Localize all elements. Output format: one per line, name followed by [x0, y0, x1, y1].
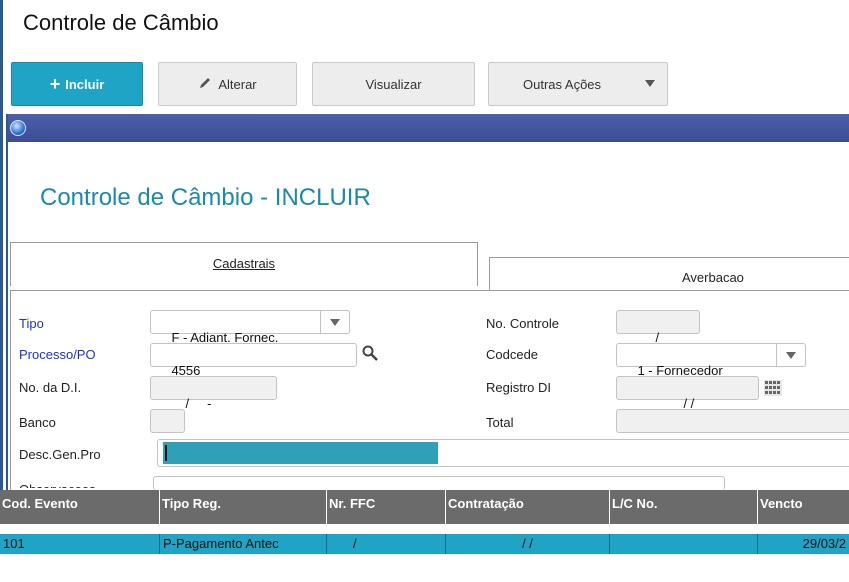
col-header-contratacao[interactable]: Contratação	[446, 490, 610, 524]
processo-input[interactable]: 4556	[150, 343, 357, 378]
tab-cadastrais-label: Cadastrais	[212, 256, 276, 271]
registro-di-input[interactable]: / /	[616, 376, 759, 411]
tipo-select[interactable]: F - Adiant. Fornec.	[150, 310, 350, 345]
table-cell-cod[interactable]: 101	[0, 534, 160, 554]
text-selection-highlight	[163, 442, 438, 464]
table-cell-vencto[interactable]: 29/03/2	[758, 534, 849, 554]
outras-acoes-label: Outras Ações	[523, 76, 602, 92]
outras-acoes-button[interactable]: Outras Ações	[488, 62, 668, 106]
registro-di-label: Registro DI	[486, 380, 552, 395]
alterar-button[interactable]: Alterar	[158, 62, 297, 106]
chevron-down-icon	[320, 311, 349, 333]
tipo-label: Tipo	[19, 316, 44, 331]
no-controle-label: No. Controle	[486, 316, 559, 331]
chevron-down-icon	[776, 344, 805, 366]
page-title: Controle de Câmbio	[23, 10, 219, 35]
table-cell-tipo[interactable]: P-Pagamento Antec	[160, 534, 327, 554]
dialog-title-bar	[8, 114, 849, 142]
table-cell-lc[interactable]	[610, 534, 758, 554]
banco-input[interactable]	[150, 409, 185, 433]
di-input[interactable]: / -	[150, 376, 277, 411]
no-controle-input[interactable]: /	[616, 310, 700, 345]
col-header-nr-ffc[interactable]: Nr. FFC	[327, 490, 446, 524]
calendar-icon[interactable]	[764, 380, 782, 396]
col-header-tipo-reg[interactable]: Tipo Reg.	[160, 490, 327, 524]
codcede-label: Codcede	[486, 347, 539, 362]
desc-gen-pro-label: Desc.Gen.Pro	[19, 447, 101, 462]
total-label: Total	[486, 415, 514, 430]
codcede-select[interactable]: 1 - Fornecedor	[616, 343, 806, 378]
processo-label: Processo/PO	[19, 347, 96, 362]
observacoes-input[interactable]	[153, 476, 725, 490]
search-icon[interactable]	[362, 345, 378, 361]
tab-averbacao[interactable]: Averbacao	[489, 257, 849, 291]
banco-label: Banco	[19, 415, 56, 430]
di-value: / -	[185, 396, 212, 411]
pencil-icon	[198, 76, 212, 93]
text-cursor	[165, 445, 167, 461]
observacoes-label: Observacoes	[19, 480, 96, 488]
alterar-label: Alterar	[218, 76, 257, 92]
col-header-vencto[interactable]: Vencto	[758, 490, 849, 524]
table-cell-ffc[interactable]: /	[327, 534, 446, 554]
total-input[interactable]	[616, 409, 849, 433]
chevron-down-icon	[645, 80, 655, 87]
visualizar-label: Visualizar	[365, 76, 422, 92]
table-cell-contratacao[interactable]: / /	[446, 534, 610, 554]
col-header-lc-no[interactable]: L/C No.	[610, 490, 758, 524]
tab-averbacao-label: Averbacao	[682, 270, 744, 285]
tab-cadastrais[interactable]: Cadastrais	[10, 242, 478, 286]
plus-icon: +	[49, 73, 61, 94]
di-label: No. da D.I.	[19, 380, 82, 395]
incluir-label: Incluir	[65, 76, 105, 92]
app-icon[interactable]	[10, 120, 26, 136]
col-header-cod-evento[interactable]: Cod. Evento	[0, 490, 160, 524]
incluir-button[interactable]: + Incluir	[11, 62, 143, 106]
visualizar-button[interactable]: Visualizar	[312, 62, 475, 106]
dialog-title: Controle de Câmbio - INCLUIR	[40, 184, 371, 211]
